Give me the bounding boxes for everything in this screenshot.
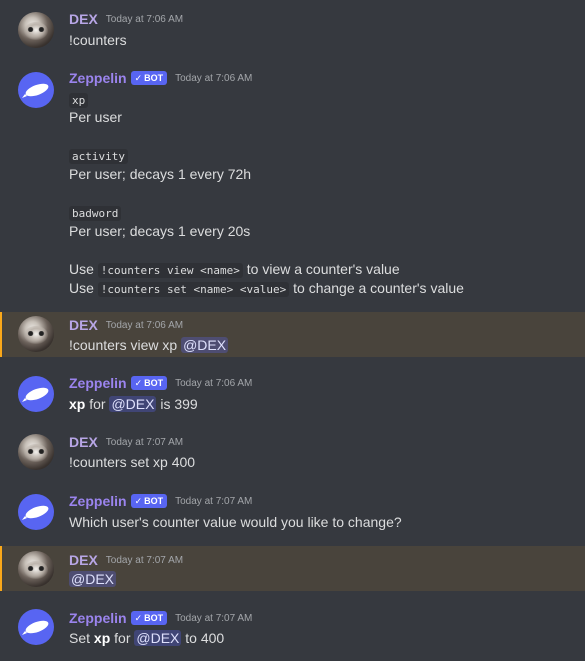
message-zeppelin-question: Zeppelin ✓ BOT Today at 7:07 AM Which use… [0, 486, 585, 536]
counter-desc-activity: Per user; decays 1 every 72h [69, 166, 252, 182]
username-zeppelin[interactable]: Zeppelin [69, 493, 127, 509]
zeppelin-icon [22, 505, 49, 520]
counter-name-xp: xp [69, 90, 89, 110]
counter-name-activity: activity [69, 146, 128, 166]
zeppelin-avatar[interactable] [18, 376, 54, 412]
user-mention[interactable]: @DEX [109, 396, 157, 412]
dex-avatar[interactable] [18, 434, 54, 470]
message-zeppelin-set-result: Zeppelin ✓ BOT Today at 7:07 AM Set xp fo… [0, 602, 585, 661]
username-dex[interactable]: DEX [69, 434, 98, 450]
username-zeppelin[interactable]: Zeppelin [69, 70, 127, 86]
timestamp: Today at 7:06 AM [105, 319, 184, 331]
user-mention[interactable]: @DEX [134, 630, 182, 646]
zeppelin-avatar[interactable] [18, 72, 54, 108]
zeppelin-icon [22, 387, 49, 402]
dex-avatar[interactable] [18, 551, 54, 587]
timestamp: Today at 7:06 AM [175, 72, 253, 84]
message-header: Zeppelin ✓ BOT Today at 7:06 AM [69, 69, 252, 87]
message-header: DEX Today at 7:07 AM [69, 433, 183, 451]
bot-badge: ✓ BOT [130, 611, 168, 625]
message-header: DEX Today at 7:06 AM [69, 10, 183, 28]
zeppelin-icon [22, 83, 49, 98]
message-dex-set: DEX Today at 7:07 AM !counters set xp 40… [0, 428, 585, 478]
username-dex[interactable]: DEX [69, 552, 98, 568]
zeppelin-avatar[interactable] [18, 609, 54, 645]
timestamp: Today at 7:07 AM [175, 495, 253, 507]
user-mention[interactable]: @DEX [181, 337, 229, 353]
bot-badge: ✓ BOT [130, 494, 168, 508]
message-dex-1: DEX Today at 7:06 AM !counters [0, 0, 585, 60]
message-text: xp for @DEX is 399 [69, 396, 198, 412]
usage-view: Use !counters view <name> to view a coun… [69, 261, 400, 278]
message-text: @DEX [69, 570, 116, 588]
username-dex[interactable]: DEX [69, 11, 98, 27]
usage-set: Use !counters set <name> <value> to chan… [69, 280, 464, 297]
message-zeppelin-xp-value: Zeppelin ✓ BOT Today at 7:06 AM xp for @D… [0, 368, 585, 418]
message-header: Zeppelin ✓ BOT Today at 7:07 AM [69, 492, 252, 510]
timestamp: Today at 7:07 AM [105, 436, 184, 448]
message-header: DEX Today at 7:06 AM [69, 316, 183, 334]
message-header: DEX Today at 7:07 AM [69, 551, 183, 569]
message-header: Zeppelin ✓ BOT Today at 7:06 AM [69, 374, 252, 392]
bot-badge: ✓ BOT [130, 376, 168, 390]
zeppelin-icon [22, 620, 49, 635]
counter-name-badword: badword [69, 203, 122, 223]
check-icon: ✓ [134, 613, 143, 623]
message-text: !counters view xp @DEX [69, 337, 229, 353]
dex-avatar[interactable] [18, 12, 54, 48]
message-dex-mention-2: DEX Today at 7:07 AM @DEX [0, 546, 585, 591]
dex-avatar[interactable] [18, 316, 54, 352]
counter-desc-xp: Per user [69, 109, 122, 125]
timestamp: Today at 7:07 AM [175, 612, 253, 624]
message-text: !counters set xp 400 [69, 454, 196, 470]
message-dex-mention-1: DEX Today at 7:06 AM !counters view xp @… [0, 312, 585, 357]
counter-desc-badword: Per user; decays 1 every 20s [69, 223, 251, 239]
check-icon: ✓ [134, 73, 143, 83]
message-zeppelin-counters: Zeppelin ✓ BOT Today at 7:06 AM xp Per us… [0, 60, 585, 310]
username-zeppelin[interactable]: Zeppelin [69, 610, 127, 626]
timestamp: Today at 7:06 AM [175, 377, 253, 389]
bot-badge: ✓ BOT [130, 71, 168, 85]
username-dex[interactable]: DEX [69, 317, 98, 333]
message-text: Set xp for @DEX to 400 [69, 630, 225, 646]
message-text: Which user's counter value would you lik… [69, 514, 402, 530]
timestamp: Today at 7:07 AM [105, 554, 184, 566]
user-mention[interactable]: @DEX [69, 571, 116, 587]
check-icon: ✓ [134, 496, 143, 506]
timestamp: Today at 7:06 AM [105, 13, 184, 25]
check-icon: ✓ [134, 378, 143, 388]
message-text: !counters [69, 32, 127, 48]
message-header: Zeppelin ✓ BOT Today at 7:07 AM [69, 609, 252, 627]
username-zeppelin[interactable]: Zeppelin [69, 375, 127, 391]
zeppelin-avatar[interactable] [18, 494, 54, 530]
